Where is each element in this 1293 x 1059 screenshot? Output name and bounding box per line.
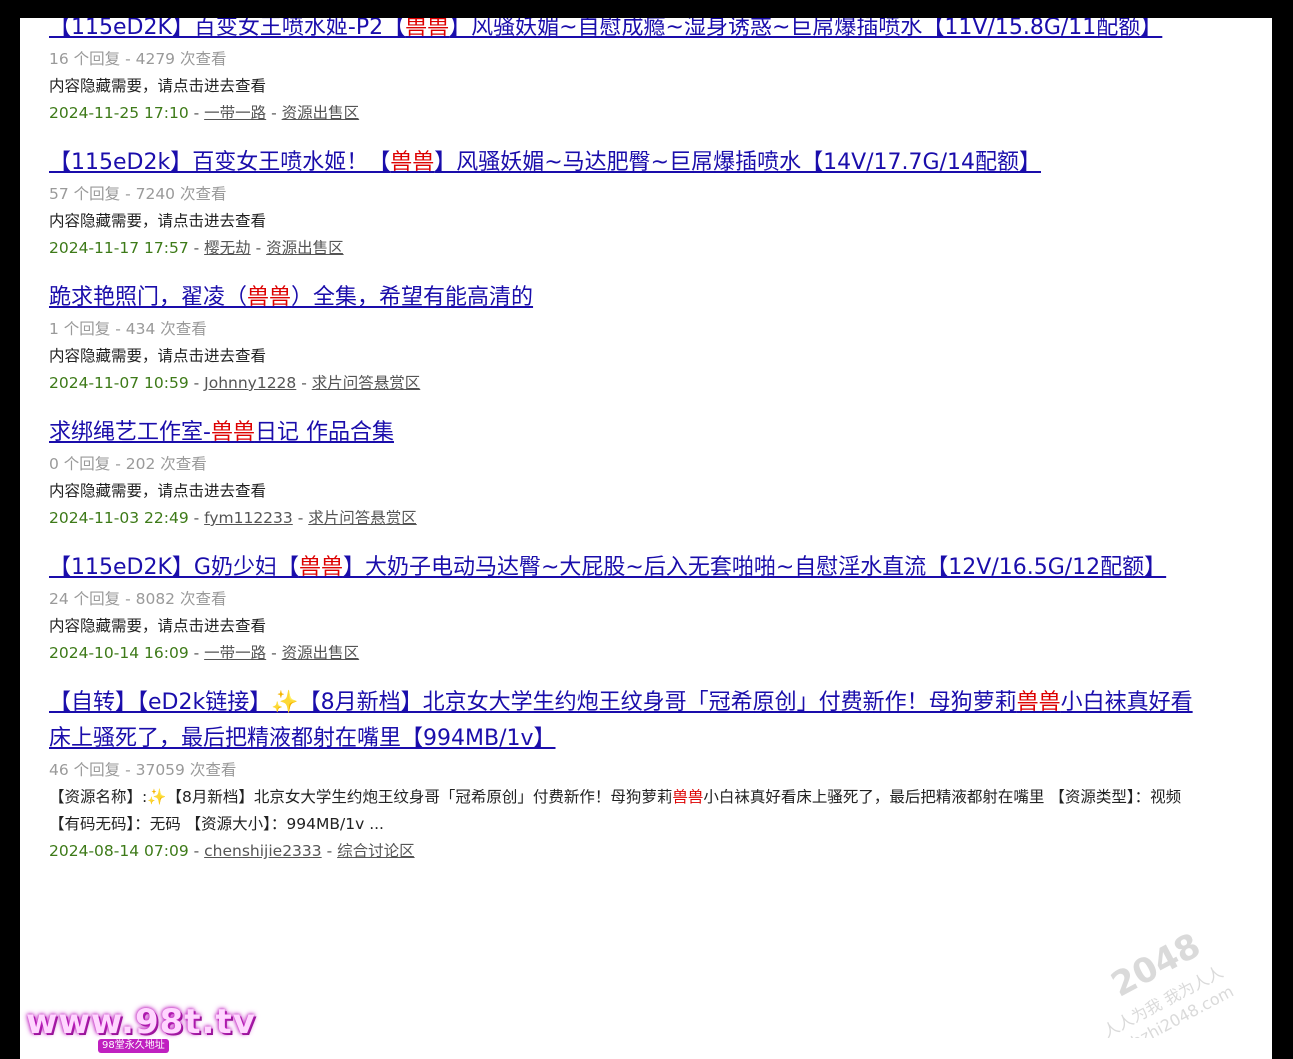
- result-info-line: 2024-08-14 07:09 - chenshijie2333 - 综合讨论…: [49, 838, 1199, 865]
- title-text: 跪求艳照门，翟凌（: [49, 285, 248, 310]
- separator: -: [188, 842, 205, 860]
- result-stats: 24 个回复 - 8082 次查看: [49, 590, 227, 608]
- author-link[interactable]: 樱无劫: [204, 239, 251, 257]
- result-stats: 46 个回复 - 37059 次查看: [49, 761, 237, 779]
- search-results-page: 【115eD2K】百变女王喷水姬-P2【兽兽】风骚妖媚~自慰成瘾~湿身诱惑~巨屌…: [20, 18, 1272, 1059]
- result-description: 内容隐藏需要，请点击进去查看: [49, 73, 1199, 100]
- result-stats: 0 个回复 - 202 次查看: [49, 455, 207, 473]
- separator: -: [296, 374, 312, 392]
- result-description: 内容隐藏需要，请点击进去查看: [49, 343, 1199, 370]
- separator: -: [321, 842, 338, 860]
- separator: -: [266, 644, 282, 662]
- forum-link[interactable]: 求片问答悬赏区: [308, 509, 417, 527]
- watermark-98t-logo: www.98t.tv: [26, 1002, 256, 1042]
- title-text: 求绑绳艺工作室-: [49, 420, 211, 445]
- title-text: 】大奶子电动马达臀~大屁股~后入无套啪啪~自慰淫水直流【12V/16.5G/12…: [342, 555, 1167, 580]
- result-title-link[interactable]: 【115eD2K】百变女王喷水姬-P2【兽兽】风骚妖媚~自慰成瘾~湿身诱惑~巨屌…: [49, 18, 1199, 46]
- title-text: 【115eD2k】百变女王喷水姬！【: [49, 150, 391, 175]
- title-highlight: 兽兽: [210, 420, 255, 445]
- result-title-link[interactable]: 跪求艳照门，翟凌（兽兽）全集，希望有能高清的: [49, 280, 1199, 316]
- result-stats: 1 个回复 - 434 次查看: [49, 320, 207, 338]
- separator: -: [188, 509, 205, 527]
- result-stats: 16 个回复 - 4279 次查看: [49, 50, 227, 68]
- result-info-line: 2024-11-25 17:10 - 一带一路 - 资源出售区: [49, 100, 1199, 127]
- title-highlight: 兽兽: [298, 555, 343, 580]
- title-highlight: 兽兽: [405, 18, 450, 40]
- post-date: 2024-11-17 17:57: [49, 239, 189, 257]
- author-link[interactable]: chenshijie2333: [204, 842, 322, 860]
- result-title-link[interactable]: 【115eD2k】百变女王喷水姬！【兽兽】风骚妖媚~马达肥臀~巨屌爆插喷水【14…: [49, 145, 1199, 181]
- post-date: 2024-08-14 07:09: [49, 842, 189, 860]
- result-item: 跪求艳照门，翟凌（兽兽）全集，希望有能高清的 1 个回复 - 434 次查看 内…: [49, 280, 1199, 397]
- desc-text: 内容隐藏需要，请点击进去查看: [49, 482, 267, 500]
- separator: -: [266, 104, 282, 122]
- separator: -: [292, 509, 309, 527]
- result-info-line: 2024-11-03 22:49 - fym112233 - 求片问答悬赏区: [49, 505, 1199, 532]
- title-highlight: 兽兽: [1016, 690, 1061, 715]
- separator: -: [188, 374, 205, 392]
- result-title-link[interactable]: 【115eD2K】G奶少妇【兽兽】大奶子电动马达臀~大屁股~后入无套啪啪~自慰淫…: [49, 550, 1199, 586]
- post-date: 2024-11-03 22:49: [49, 509, 189, 527]
- result-item: 求绑绳艺工作室-兽兽日记 作品合集 0 个回复 - 202 次查看 内容隐藏需要…: [49, 415, 1199, 532]
- desc-text: 内容隐藏需要，请点击进去查看: [49, 347, 267, 365]
- result-info-line: 2024-10-14 16:09 - 一带一路 - 资源出售区: [49, 640, 1199, 667]
- forum-link[interactable]: 资源出售区: [266, 239, 344, 257]
- title-text: 【115eD2K】百变女王喷水姬-P2【: [49, 18, 406, 40]
- result-item: 【自转】【eD2k链接】✨【8月新档】北京女大学生约炮王纹身哥「冠希原创」付费新…: [49, 685, 1199, 865]
- desc-highlight: 兽兽: [672, 788, 704, 806]
- desc-text: 内容隐藏需要，请点击进去查看: [49, 77, 267, 95]
- separator: -: [188, 644, 205, 662]
- result-description: 【资源名称】:✨【8月新档】北京女大学生约炮王纹身哥「冠希原创」付费新作！母狗萝…: [49, 784, 1199, 838]
- result-description: 内容隐藏需要，请点击进去查看: [49, 613, 1199, 640]
- result-stats: 57 个回复 - 7240 次查看: [49, 185, 227, 203]
- result-item: 【115eD2k】百变女王喷水姬！【兽兽】风骚妖媚~马达肥臀~巨屌爆插喷水【14…: [49, 145, 1199, 262]
- post-date: 2024-11-25 17:10: [49, 104, 189, 122]
- forum-link[interactable]: 综合讨论区: [337, 842, 415, 860]
- title-text: ）全集，希望有能高清的: [291, 285, 534, 310]
- author-link[interactable]: Johnny1228: [204, 374, 296, 392]
- post-date: 2024-11-07 10:59: [49, 374, 189, 392]
- desc-text: 【资源名称】:✨【8月新档】北京女大学生约炮王纹身哥「冠希原创」付费新作！母狗萝…: [49, 788, 673, 806]
- result-info-line: 2024-11-07 10:59 - Johnny1228 - 求片问答悬赏区: [49, 370, 1199, 397]
- separator: -: [188, 104, 205, 122]
- result-title-link[interactable]: 【自转】【eD2k链接】✨【8月新档】北京女大学生约炮王纹身哥「冠希原创」付费新…: [49, 685, 1199, 757]
- title-highlight: 兽兽: [247, 285, 292, 310]
- watermark-98t-subtitle: 98堂永久地址: [98, 1039, 169, 1053]
- title-text: 日记 作品合集: [254, 420, 394, 445]
- separator: -: [188, 239, 205, 257]
- result-item: 【115eD2K】百变女王喷水姬-P2【兽兽】风骚妖媚~自慰成瘾~湿身诱惑~巨屌…: [49, 18, 1199, 127]
- title-text: 【115eD2K】G奶少妇【: [49, 555, 299, 580]
- author-link[interactable]: fym112233: [204, 509, 293, 527]
- results-list: 【115eD2K】百变女王喷水姬-P2【兽兽】风骚妖媚~自慰成瘾~湿身诱惑~巨屌…: [49, 18, 1199, 883]
- title-text: 】风骚妖媚~自慰成瘾~湿身诱惑~巨屌爆插喷水【11V/15.8G/11配额】: [449, 18, 1163, 40]
- title-text: 】风骚妖媚~马达肥臀~巨屌爆插喷水【14V/17.7G/14配额】: [434, 150, 1041, 175]
- result-item: 【115eD2K】G奶少妇【兽兽】大奶子电动马达臀~大屁股~后入无套啪啪~自慰淫…: [49, 550, 1199, 667]
- author-link[interactable]: 一带一路: [204, 104, 266, 122]
- result-description: 内容隐藏需要，请点击进去查看: [49, 478, 1199, 505]
- result-title-link[interactable]: 求绑绳艺工作室-兽兽日记 作品合集: [49, 415, 1199, 451]
- forum-link[interactable]: 资源出售区: [282, 104, 360, 122]
- separator: -: [250, 239, 267, 257]
- title-highlight: 兽兽: [390, 150, 435, 175]
- result-info-line: 2024-11-17 17:57 - 樱无劫 - 资源出售区: [49, 235, 1199, 262]
- author-link[interactable]: 一带一路: [204, 644, 266, 662]
- post-date: 2024-10-14 16:09: [49, 644, 189, 662]
- desc-text: 内容隐藏需要，请点击进去查看: [49, 617, 267, 635]
- desc-text: 内容隐藏需要，请点击进去查看: [49, 212, 267, 230]
- forum-link[interactable]: 求片问答悬赏区: [312, 374, 421, 392]
- forum-link[interactable]: 资源出售区: [282, 644, 360, 662]
- title-text: 【自转】【eD2k链接】✨【8月新档】北京女大学生约炮王纹身哥「冠希原创」付费新…: [49, 690, 1017, 715]
- result-description: 内容隐藏需要，请点击进去查看: [49, 208, 1199, 235]
